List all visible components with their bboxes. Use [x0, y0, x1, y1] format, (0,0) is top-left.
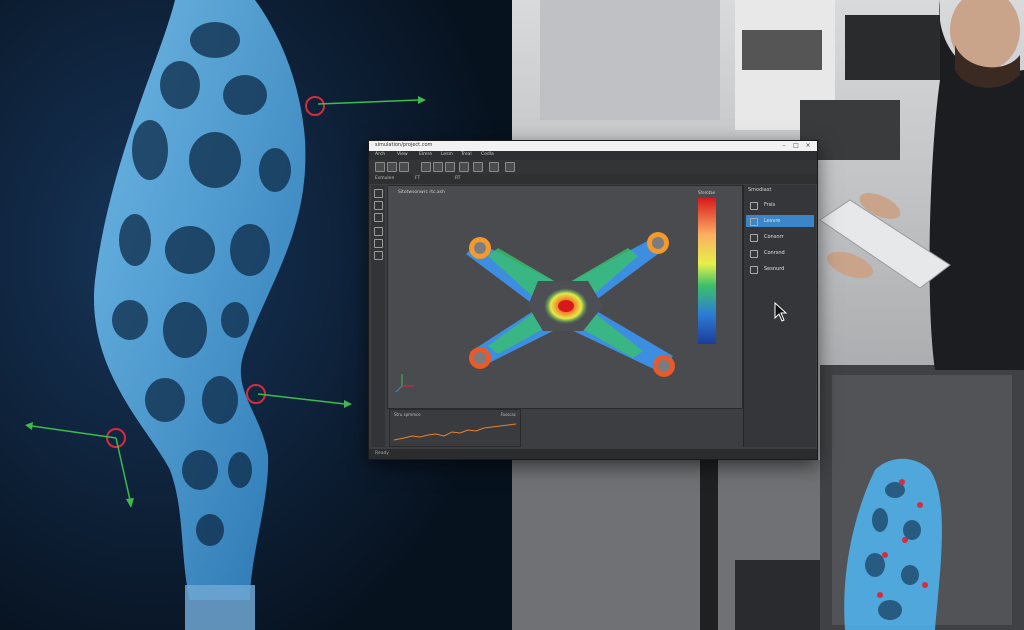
settings-icon[interactable]: [445, 162, 455, 172]
status-bar: Ready: [369, 449, 817, 459]
measure-tool-icon[interactable]: [374, 239, 383, 248]
frame-icon: [750, 202, 758, 210]
panel-item[interactable]: Conrsnd: [746, 247, 814, 259]
view-option[interactable]: FT: [415, 176, 420, 181]
grid-icon[interactable]: [459, 162, 469, 172]
panel-item-label: Consnrr: [764, 234, 784, 240]
background-monitor: [845, 15, 940, 80]
view-dropdown[interactable]: Esmulen: [375, 176, 394, 181]
bracket-part: [466, 232, 675, 377]
mouse-cursor-icon: [774, 302, 788, 322]
menu-item[interactable]: View: [397, 152, 408, 157]
menu-bar: Arch View Elmre Lesm Treal Cedla: [369, 151, 817, 160]
menu-item[interactable]: Arch: [375, 152, 385, 157]
import-icon[interactable]: [489, 162, 499, 172]
constraint-icon: [750, 234, 758, 242]
panel-item-label: Sesnurd: [764, 266, 785, 272]
status-text: Ready: [375, 451, 389, 456]
convergence-plot: [393, 423, 517, 441]
panel-item-label: Conrsnd: [764, 250, 785, 256]
close-button[interactable]: ×: [803, 142, 813, 150]
export-icon[interactable]: [473, 162, 483, 172]
stress-model-render: [395, 198, 716, 393]
stress-colorbar: [698, 198, 716, 344]
menu-item[interactable]: Elmre: [419, 152, 432, 157]
window-title: simulation/project.com: [375, 142, 433, 148]
simulation-app-window: simulation/project.com – □ × Arch View E…: [368, 140, 818, 460]
monitor-stand: [700, 458, 718, 630]
panel-item[interactable]: Consnrr: [746, 231, 814, 243]
report-icon[interactable]: [505, 162, 515, 172]
toolbar: [369, 160, 817, 175]
maximize-button[interactable]: □: [791, 142, 801, 150]
zoom-tool-icon[interactable]: [374, 227, 383, 236]
new-file-icon[interactable]: [375, 162, 385, 172]
menu-item[interactable]: Lesm: [441, 152, 453, 157]
view-options-bar: Esmulen FT RT: [369, 174, 817, 184]
colorbar-label: Sterotae: [698, 190, 716, 195]
left-toolstrip: [371, 185, 385, 447]
panel-header: Smodiast: [748, 187, 772, 193]
layers-icon: [750, 218, 758, 226]
results-icon: [750, 266, 758, 274]
panel-item[interactable]: Frsis: [746, 199, 814, 211]
machine-window: [742, 30, 822, 70]
rotate-tool-icon[interactable]: [374, 201, 383, 210]
convergence-chart-panel: Stru spmmce Fasscac: [389, 409, 521, 447]
menu-item[interactable]: Cedla: [481, 152, 494, 157]
3d-viewport[interactable]: Sitotwsonwrc rtc.ash Sterotae: [387, 185, 743, 409]
panel-item-label: Lesvre: [764, 218, 781, 224]
load-icon: [750, 250, 758, 258]
menu-item[interactable]: Treal: [461, 152, 472, 157]
panel-item-label: Frsis: [764, 202, 776, 208]
panel-item[interactable]: Sesnurd: [746, 263, 814, 275]
panel-item-active[interactable]: Lesvre: [746, 215, 814, 227]
solver-icon[interactable]: [433, 162, 443, 172]
printer-housing: [735, 560, 825, 630]
pan-tool-icon[interactable]: [374, 213, 383, 222]
save-icon[interactable]: [399, 162, 409, 172]
section-tool-icon[interactable]: [374, 251, 383, 260]
minimize-button[interactable]: –: [779, 142, 789, 150]
view-option[interactable]: RT: [455, 176, 461, 181]
open-folder-icon[interactable]: [387, 162, 397, 172]
select-tool-icon[interactable]: [374, 189, 383, 198]
machine-block: [540, 0, 720, 120]
mesh-icon[interactable]: [421, 162, 431, 172]
axis-triad: [395, 374, 414, 393]
